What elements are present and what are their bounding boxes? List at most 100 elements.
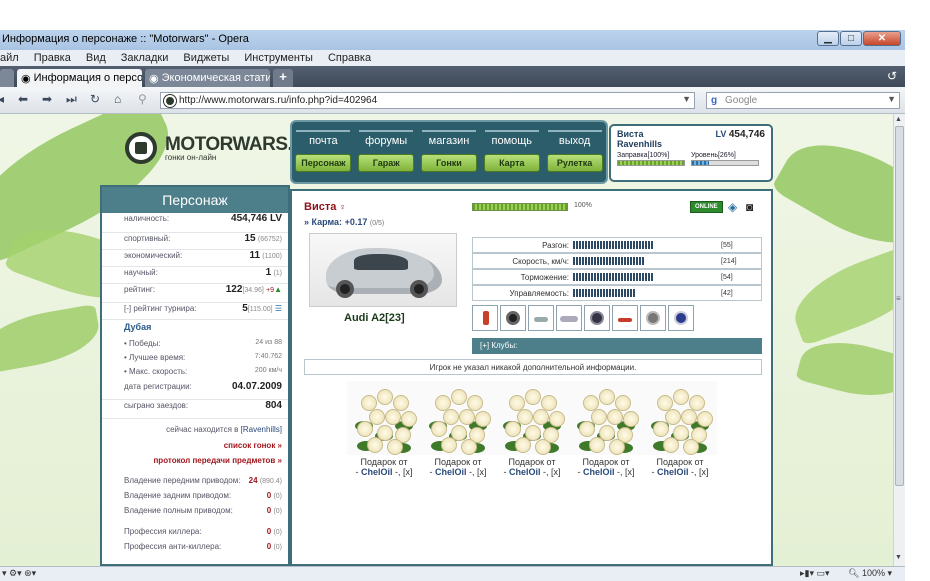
part-turbo-icon[interactable] xyxy=(640,305,666,331)
rose-shape xyxy=(475,411,491,427)
home-button[interactable]: ⌂ xyxy=(114,92,121,106)
rose-shape xyxy=(697,411,713,427)
scroll-up-icon[interactable]: ▲ xyxy=(895,116,902,123)
site-favicon-icon xyxy=(164,95,176,107)
nav-character-button[interactable]: Персонаж xyxy=(295,154,352,172)
bouquet-image[interactable] xyxy=(421,381,495,455)
menu-tools[interactable]: Инструменты xyxy=(244,52,313,66)
nav-exit[interactable]: выход xyxy=(547,130,602,147)
camera-icon[interactable]: ◙ xyxy=(746,200,758,214)
address-field[interactable]: http://www.motorwars.ru/info.php?id=4029… xyxy=(160,92,695,109)
fast-forward-button[interactable]: ⏭ xyxy=(66,92,77,107)
chevron-down-icon[interactable]: ▼ xyxy=(682,94,691,104)
bouquet-image[interactable] xyxy=(495,381,569,455)
clubs-toggle[interactable]: [+] Клубы: xyxy=(472,338,762,354)
gift-sender: - ChelOil -, [x] xyxy=(495,467,569,477)
tab-economic-stats[interactable]: ◉ Экономическая стати... ✕ xyxy=(145,69,270,87)
track-name: Дубая xyxy=(124,322,152,332)
google-icon: g xyxy=(711,95,718,106)
back-button[interactable]: ⬅ xyxy=(18,92,28,106)
stat-label: Торможение: xyxy=(520,272,569,282)
gift-sender-tail[interactable]: -, [x] xyxy=(689,467,709,477)
bouquet-image[interactable] xyxy=(643,381,717,455)
gift-sender-link[interactable]: ChelOil xyxy=(583,467,615,477)
nav-roulette-button[interactable]: Рулетка xyxy=(546,154,603,172)
location-link[interactable]: [Ravenhills] xyxy=(241,425,282,434)
closed-tabs-icon[interactable]: ↺ xyxy=(887,69,897,83)
car-image[interactable] xyxy=(309,233,457,307)
gift-sender-link[interactable]: ChelOil xyxy=(509,467,541,477)
list-icon[interactable]: ☰ xyxy=(275,304,282,313)
nav-races-button[interactable]: Гонки xyxy=(420,154,477,172)
zoom-control[interactable]: 🔍︎ 100% ▾ xyxy=(848,568,892,579)
maximize-button[interactable]: □ xyxy=(840,31,862,46)
nav-map-button[interactable]: Карта xyxy=(483,154,540,172)
tab-character-info[interactable]: ◉ Информация о персо... ✕ xyxy=(17,69,142,87)
own-row: Профессия анти-киллера: 0 (0) xyxy=(102,539,288,554)
view-options-icon[interactable]: ▸▮▾ ▭▾ xyxy=(800,568,830,579)
menu-view[interactable]: Вид xyxy=(86,52,106,66)
back-arrow-icon[interactable]: ◂ xyxy=(0,92,4,106)
location-prefix: сейчас находится в xyxy=(166,425,239,434)
gift-sender: - ChelOil -, [x] xyxy=(643,467,717,477)
gift-sender-link[interactable]: ChelOil xyxy=(657,467,689,477)
vertical-scrollbar[interactable]: ▲ ≡ ▼ xyxy=(893,114,905,566)
search-input[interactable]: g Google ▼ xyxy=(706,92,900,109)
part-shock-icon[interactable] xyxy=(612,305,638,331)
new-tab-button[interactable]: + xyxy=(273,69,293,87)
nav-forums[interactable]: форумы xyxy=(359,130,414,147)
panel-toggle-icon[interactable]: ▾ ⚙▾ ⊛▾ xyxy=(2,568,36,579)
part-suspension-icon[interactable] xyxy=(472,305,498,331)
rose-shape xyxy=(663,437,679,453)
rose-shape xyxy=(683,439,699,455)
stat-row: Управляемость: [42] xyxy=(472,285,762,301)
races-row: сыграно заездов: 804 xyxy=(102,400,288,419)
menu-widgets[interactable]: Виджеты xyxy=(183,52,229,66)
bouquet-image[interactable] xyxy=(569,381,643,455)
nav-mail[interactable]: почта xyxy=(296,130,351,147)
tournament-toggle[interactable]: [-] рейтинг турнира: xyxy=(124,304,197,313)
part-muffler-icon[interactable] xyxy=(556,305,582,331)
own-row: Профессия киллера: 0 (0) xyxy=(102,524,288,539)
menu-bookmarks[interactable]: Закладки xyxy=(121,52,169,66)
menu-edit[interactable]: Правка xyxy=(34,52,71,66)
menu-help[interactable]: Справка xyxy=(328,52,371,66)
gift-sender-link[interactable]: ChelOil xyxy=(361,467,393,477)
part-tire-icon[interactable] xyxy=(500,305,526,331)
nav-help[interactable]: помощь xyxy=(484,130,539,147)
part-exhaust-icon[interactable] xyxy=(528,305,554,331)
rose-shape xyxy=(525,389,541,405)
security-icon: ⚲ xyxy=(138,92,147,106)
part-wheel-icon[interactable] xyxy=(668,305,694,331)
extra-info: Игрок не указал никакой дополнительной и… xyxy=(304,359,762,375)
site-favicon-icon: ◉ xyxy=(149,72,159,85)
wins-label: Победы: xyxy=(129,339,161,348)
gift-sender-tail[interactable]: -, [x] xyxy=(393,467,413,477)
gift-sender-tail[interactable]: -, [x] xyxy=(541,467,561,477)
gift-sender-tail[interactable]: -, [x] xyxy=(467,467,487,477)
chevron-down-icon[interactable]: ▼ xyxy=(887,94,896,104)
nav-shop[interactable]: магазин xyxy=(421,130,476,147)
econ-label: экономический: xyxy=(124,251,183,260)
gift-item: Подарок от - ChelOil -, [x] xyxy=(347,381,421,477)
reload-button[interactable]: ↻ xyxy=(90,92,100,106)
transfer-log-link[interactable]: протокол передачи предметов » xyxy=(102,452,288,467)
gift-item: Подарок от - ChelOil -, [x] xyxy=(569,381,643,477)
menu-file[interactable]: айл xyxy=(0,52,19,66)
tournament-row[interactable]: [-] рейтинг турнира: 5[115.00] ☰ xyxy=(102,303,288,320)
minimize-button[interactable]: ▁ xyxy=(817,31,839,46)
gift-sender-tail[interactable]: -, [x] xyxy=(615,467,635,477)
tab-partial[interactable] xyxy=(0,69,14,87)
forward-button[interactable]: ➡ xyxy=(42,92,52,106)
tour-sub: [115.00] xyxy=(247,306,273,313)
diamond-icon[interactable]: ◈ xyxy=(728,200,740,214)
part-brake-disc-icon[interactable] xyxy=(584,305,610,331)
scroll-down-icon[interactable]: ▼ xyxy=(895,554,902,561)
close-window-button[interactable]: ✕ xyxy=(863,31,901,46)
race-list-link[interactable]: список гонок » xyxy=(102,437,288,452)
nav-garage-button[interactable]: Гараж xyxy=(358,154,415,172)
gift-sender-link[interactable]: ChelOil xyxy=(435,467,467,477)
sidebar-title: Персонаж xyxy=(102,187,288,213)
scrollbar-thumb[interactable] xyxy=(895,126,904,486)
bouquet-image[interactable] xyxy=(347,381,421,455)
